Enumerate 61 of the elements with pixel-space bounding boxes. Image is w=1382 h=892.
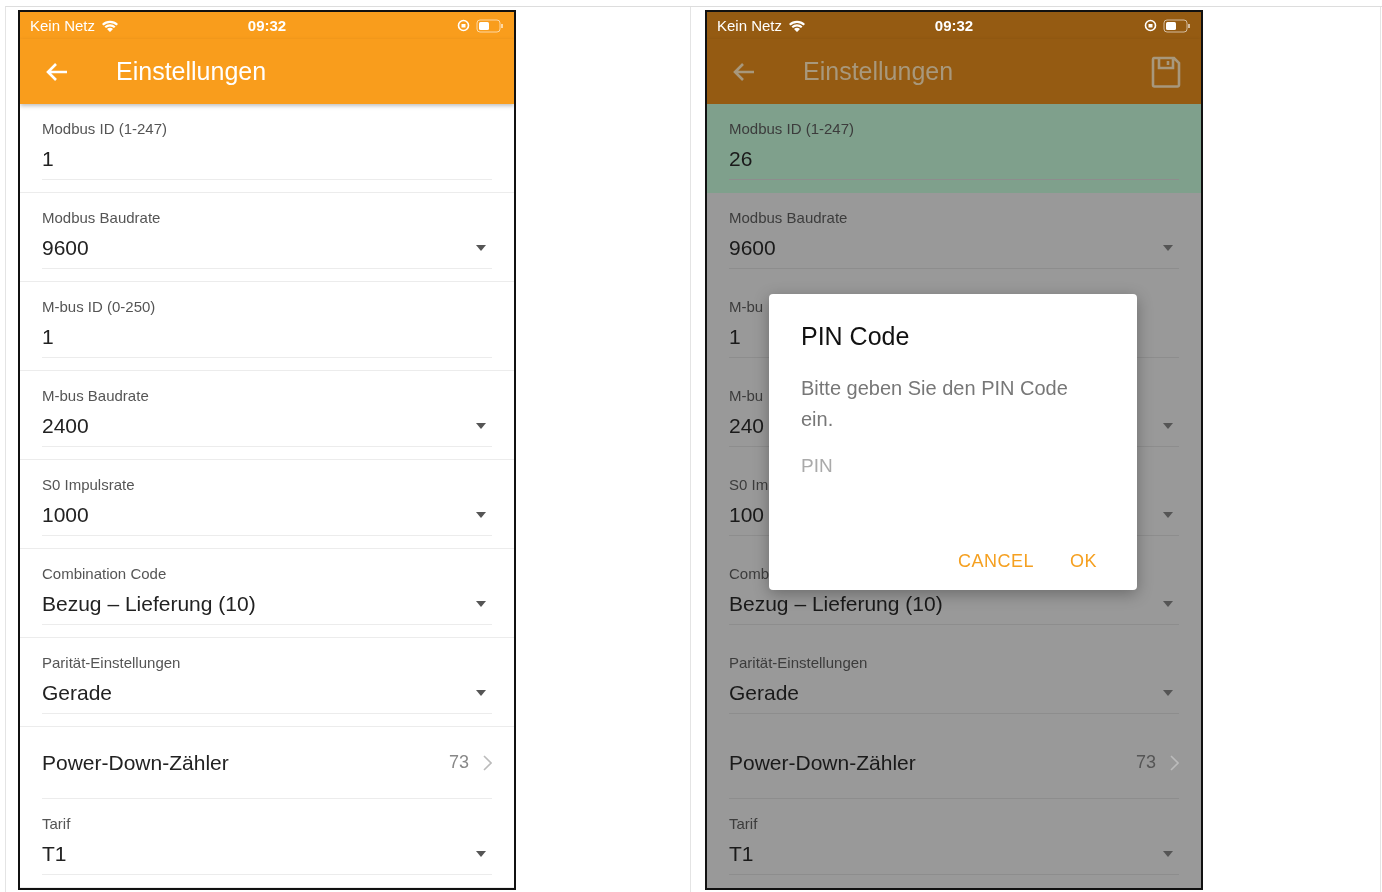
dialog-message: Bitte geben Sie den PIN Code ein.	[801, 376, 1069, 432]
field-label: Tarif	[42, 815, 71, 832]
field-label: Modbus Baudrate	[42, 209, 161, 226]
screen-title: Einstellungen	[116, 57, 268, 87]
field-label: S0 Im	[729, 476, 769, 493]
dialog-title: PIN Code	[801, 322, 910, 351]
dropdown-arrow-icon	[1163, 245, 1173, 251]
dropdown-arrow-icon	[1163, 601, 1173, 607]
input-field[interactable]: 26	[729, 147, 1179, 180]
rotation-lock-icon	[1144, 19, 1157, 33]
clock-time: 09:32	[933, 17, 975, 35]
field-label: M-bu	[729, 298, 764, 315]
dropdown-arrow-icon	[476, 601, 486, 607]
dropdown-arrow-icon	[1163, 851, 1173, 857]
field-label: M-bus Baudrate	[42, 387, 149, 404]
battery-icon	[1163, 18, 1191, 33]
dropdown-arrow-icon	[476, 423, 486, 429]
field-label: S0 Impulsrate	[42, 476, 135, 493]
field-label: Modbus ID (1-247)	[729, 120, 855, 137]
save-icon[interactable]	[1151, 55, 1181, 88]
carrier-text: Kein Netz	[30, 17, 96, 35]
field-label: Modbus ID (1-247)	[42, 120, 168, 137]
dropdown[interactable]: 2400	[42, 414, 492, 447]
field-label: Parität-Einstellungen	[42, 654, 181, 671]
settings-row[interactable]: Power-Down-Zähler 73	[729, 727, 1179, 799]
dropdown-arrow-icon	[1163, 690, 1173, 696]
field-label: Parität-Einstellungen	[729, 654, 868, 671]
clock-time: 09:32	[246, 17, 288, 35]
settings-row[interactable]: Power-Down-Zähler 73	[42, 727, 492, 799]
dropdown[interactable]: 1000	[42, 503, 492, 536]
dropdown[interactable]: 9600	[729, 236, 1179, 269]
input-field[interactable]: 1	[42, 147, 492, 180]
field-label: Tarif	[729, 815, 758, 832]
dropdown-arrow-icon	[476, 245, 486, 251]
field-label: Comb	[729, 565, 769, 582]
battery-icon	[476, 18, 504, 33]
chevron-right-icon	[483, 754, 492, 771]
dropdown[interactable]: 9600	[42, 236, 492, 269]
back-arrow-icon[interactable]	[733, 61, 755, 82]
dropdown[interactable]: T1	[42, 842, 492, 875]
dropdown-arrow-icon	[476, 512, 486, 518]
field-label: Combination Code	[42, 565, 167, 582]
dropdown[interactable]: Bezug – Lieferung (10)	[42, 592, 492, 625]
field-label: M-bu	[729, 387, 764, 404]
dropdown[interactable]: Gerade	[729, 681, 1179, 714]
wifi-icon	[101, 18, 120, 33]
dropdown[interactable]: Gerade	[42, 681, 492, 714]
dropdown[interactable]: T1	[729, 842, 1179, 875]
field-label: Modbus Baudrate	[729, 209, 848, 226]
carrier-text: Kein Netz	[717, 17, 783, 35]
chevron-right-icon	[1170, 754, 1179, 771]
field-label: M-bus ID (0-250)	[42, 298, 156, 315]
dropdown-arrow-icon	[476, 690, 486, 696]
dropdown-arrow-icon	[1163, 512, 1173, 518]
input-field[interactable]: 1	[42, 325, 492, 358]
dropdown-arrow-icon	[476, 851, 486, 857]
dropdown-arrow-icon	[1163, 423, 1173, 429]
screen-title: Einstellungen	[803, 57, 955, 87]
wifi-icon	[788, 18, 807, 33]
rotation-lock-icon	[457, 19, 470, 33]
dropdown[interactable]: Bezug – Lieferung (10)	[729, 592, 1179, 625]
